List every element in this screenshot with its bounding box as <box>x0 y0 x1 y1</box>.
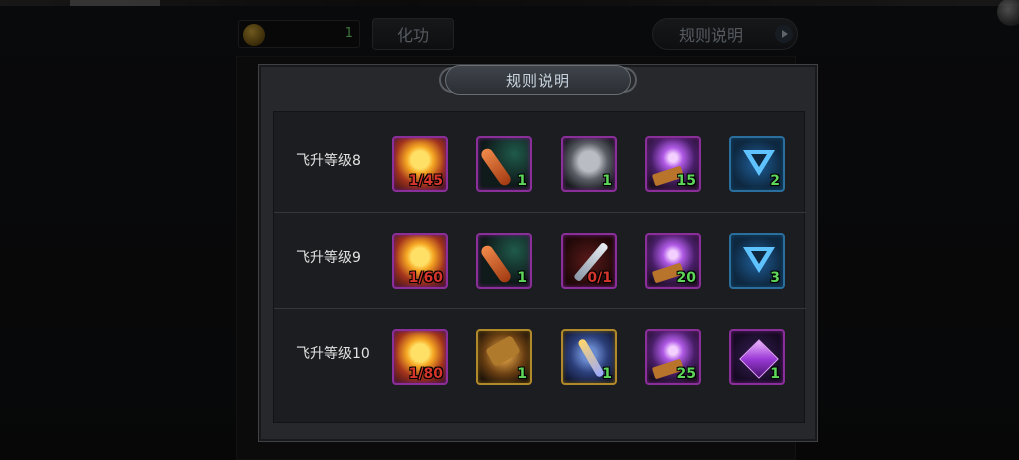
item-count: 1/45 <box>408 173 443 189</box>
armor-icon[interactable]: 1 <box>561 136 617 192</box>
item-count: 2 <box>770 173 780 189</box>
item-count: 20 <box>676 270 696 286</box>
sun-stone-icon[interactable]: 1/80 <box>392 329 448 385</box>
item-count: 25 <box>676 366 696 382</box>
requirements-list: 飞升等级8 1/45 1 1 15 2 飞升等级9 1/60 1 0/1 20 … <box>273 111 806 423</box>
item-count: 1/80 <box>408 366 443 382</box>
purple-orb-scroll-icon[interactable]: 25 <box>645 329 701 385</box>
sun-stone-icon[interactable]: 1/45 <box>392 136 448 192</box>
item-count: 1 <box>770 366 780 382</box>
item-count: 15 <box>676 173 696 189</box>
level-label: 飞升等级10 <box>296 346 370 362</box>
golden-hammer-icon[interactable]: 1 <box>476 329 532 385</box>
sun-stone-icon[interactable]: 1/60 <box>392 233 448 289</box>
modal-title-bar: 规则说明 <box>439 63 637 99</box>
purple-orb-scroll-icon[interactable]: 20 <box>645 233 701 289</box>
item-count: 3 <box>770 270 780 286</box>
item-count: 1 <box>517 270 527 286</box>
flame-blade-icon[interactable]: 1 <box>476 136 532 192</box>
item-count: 1 <box>602 173 612 189</box>
flame-blade-icon[interactable]: 1 <box>476 233 532 289</box>
level-row: 飞升等级10 1/80 1 1 25 1 <box>274 308 806 404</box>
blue-triangle-crystal-icon[interactable]: 3 <box>729 233 785 289</box>
purple-orb-scroll-icon[interactable]: 15 <box>645 136 701 192</box>
item-count: 1 <box>517 366 527 382</box>
level-label: 飞升等级9 <box>296 250 361 266</box>
feather-staff-icon[interactable]: 1 <box>561 329 617 385</box>
level-label: 飞升等级8 <box>296 153 361 169</box>
item-count: 1/60 <box>408 270 443 286</box>
item-count: 0/1 <box>587 270 612 286</box>
level-row: 飞升等级8 1/45 1 1 15 2 <box>274 112 806 208</box>
rules-modal: 规则说明 飞升等级8 1/45 1 1 15 2 飞升等级9 1/60 1 0/… <box>258 64 818 442</box>
silver-sword-icon[interactable]: 0/1 <box>561 233 617 289</box>
item-count: 1 <box>602 366 612 382</box>
blue-triangle-crystal-icon[interactable]: 2 <box>729 136 785 192</box>
modal-title: 规则说明 <box>445 65 631 95</box>
purple-gem-icon[interactable]: 1 <box>729 329 785 385</box>
item-count: 1 <box>517 173 527 189</box>
level-row: 飞升等级9 1/60 1 0/1 20 3 <box>274 212 806 308</box>
